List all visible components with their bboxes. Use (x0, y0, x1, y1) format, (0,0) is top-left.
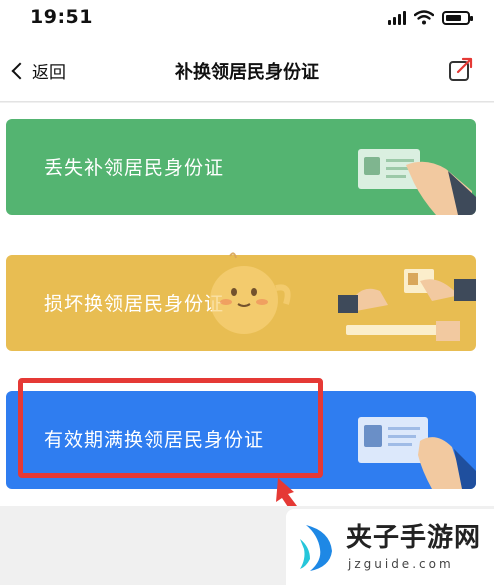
bottom-area: 夹子手游网 jzguide.com (0, 506, 494, 585)
nav-bar: 返回 补换领居民身份证 (0, 40, 494, 102)
mascot-icon (210, 252, 291, 334)
battery-icon (442, 10, 473, 25)
id-card-icon (358, 149, 476, 215)
blue-id-card-icon (358, 417, 476, 489)
card-label-damaged: 损坏换领居民身份证 (44, 293, 225, 315)
battery-fill (446, 14, 461, 21)
damaged-id-card-icon (338, 269, 476, 341)
watermark-title: 夹子手游网 (346, 523, 482, 553)
status-time: 19:51 (30, 6, 93, 28)
highlight-box (18, 378, 323, 478)
watermark: 夹子手游网 jzguide.com (286, 509, 494, 585)
watermark-logo-icon (300, 525, 332, 571)
share-icon[interactable] (448, 56, 474, 82)
status-bar: 19:51 (0, 0, 494, 40)
card-lost-reissue[interactable]: 丢失补领居民身份证 (6, 119, 476, 215)
signal-icon (388, 10, 406, 25)
page-title: 补换领居民身份证 (175, 62, 319, 83)
card-label-lost: 丢失补领居民身份证 (44, 157, 225, 179)
status-icons (388, 10, 473, 25)
wifi-icon (414, 10, 434, 25)
watermark-url: jzguide.com (348, 557, 454, 571)
